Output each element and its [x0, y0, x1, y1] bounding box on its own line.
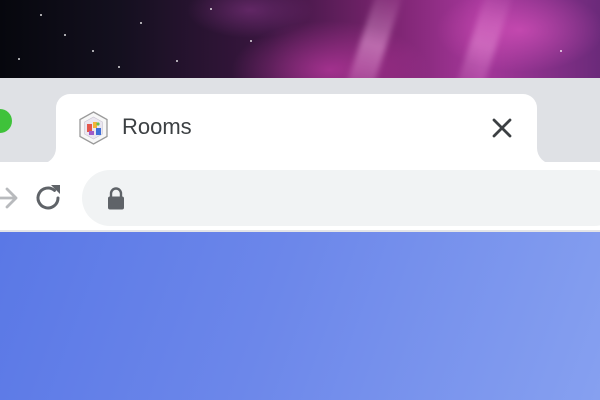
- star: [250, 40, 252, 42]
- star: [64, 34, 66, 36]
- tab-title: Rooms: [122, 114, 192, 139]
- address-input[interactable]: [140, 184, 584, 214]
- star: [560, 50, 562, 52]
- wallpaper-light-streak: [340, 0, 406, 78]
- arrow-right-icon[interactable]: [0, 183, 20, 213]
- star: [210, 8, 212, 10]
- star: [176, 60, 178, 62]
- star: [40, 14, 42, 16]
- desktop-wallpaper: [0, 0, 600, 78]
- rooms-app-icon: [79, 111, 108, 145]
- screen: Rooms: [0, 0, 600, 400]
- page-content: [0, 232, 600, 400]
- star: [118, 66, 120, 68]
- lock-icon: [108, 187, 124, 210]
- star: [140, 22, 142, 24]
- close-icon[interactable]: [489, 115, 515, 141]
- star: [92, 50, 94, 52]
- wallpaper-light-streak: [450, 0, 516, 78]
- star: [18, 58, 20, 60]
- reload-icon[interactable]: [32, 182, 64, 214]
